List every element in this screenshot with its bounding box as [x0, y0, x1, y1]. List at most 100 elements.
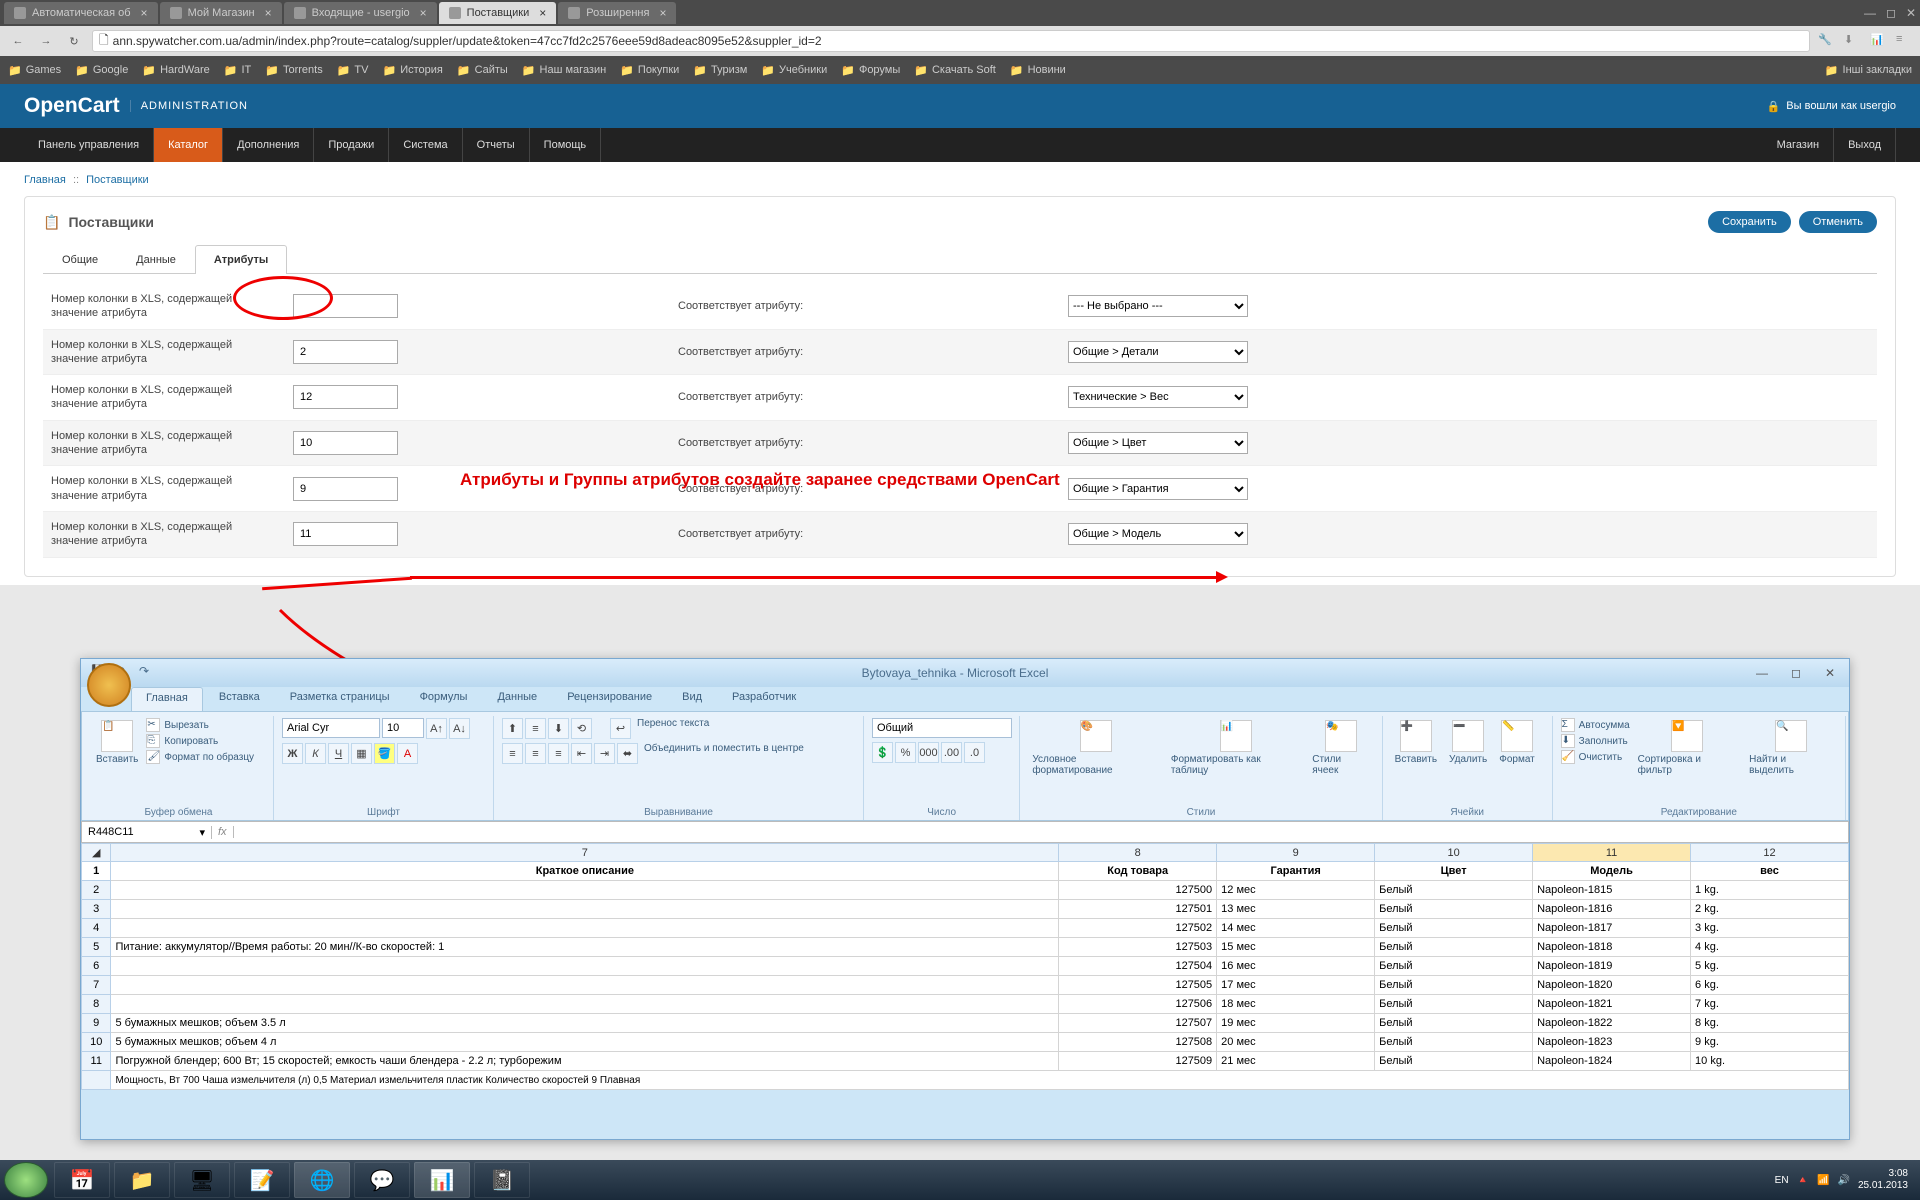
cell[interactable] — [111, 976, 1059, 995]
fx-icon[interactable]: fx — [212, 826, 234, 838]
spreadsheet-grid[interactable]: ◢7891011121Краткое описаниеКод товараГар… — [81, 843, 1849, 1090]
ribbon-tab[interactable]: Главная — [131, 687, 203, 711]
cell[interactable]: 20 мес — [1217, 1033, 1375, 1052]
currency-icon[interactable]: 💲 — [872, 742, 893, 763]
find-select-button[interactable]: 🔍Найти и выделить — [1745, 718, 1837, 805]
tray-network-icon[interactable]: 📶 — [1817, 1175, 1829, 1186]
column-header[interactable]: 7 — [111, 844, 1059, 862]
wrap-text-label[interactable]: Перенос текста — [633, 718, 709, 739]
cell[interactable]: 5 бумажных мешков; объем 3.5 л — [111, 1014, 1059, 1033]
italic-icon[interactable]: К — [305, 743, 326, 764]
excel-close-icon[interactable]: ✕ — [1817, 664, 1843, 682]
bookmark-folder[interactable]: Games — [8, 64, 61, 77]
header-cell[interactable]: Модель — [1533, 862, 1691, 881]
align-right-icon[interactable]: ≡ — [548, 743, 569, 764]
tab-close-icon[interactable]: × — [141, 6, 148, 20]
number-format-combo[interactable] — [872, 718, 1012, 738]
taskbar-app-1[interactable]: 📅 — [54, 1162, 110, 1198]
browser-tab[interactable]: Поставщики× — [439, 2, 557, 24]
taskbar-explorer[interactable]: 📁 — [114, 1162, 170, 1198]
cell[interactable]: 6 kg. — [1691, 976, 1849, 995]
cell[interactable]: 18 мес — [1217, 995, 1375, 1014]
tab-атрибуты[interactable]: Атрибуты — [195, 245, 287, 274]
row-header[interactable]: 3 — [82, 900, 111, 919]
cell[interactable]: Napoleon-1816 — [1533, 900, 1691, 919]
cell[interactable]: Napoleon-1817 — [1533, 919, 1691, 938]
cell[interactable]: 5 kg. — [1691, 957, 1849, 976]
header-cell[interactable]: вес — [1691, 862, 1849, 881]
tab-close-icon[interactable]: × — [265, 6, 272, 20]
cell[interactable]: Napoleon-1822 — [1533, 1014, 1691, 1033]
cell[interactable] — [111, 900, 1059, 919]
bookmark-folder[interactable]: TV — [337, 64, 369, 77]
column-number-input[interactable] — [293, 522, 398, 546]
taskbar-chrome[interactable]: 🌐 — [294, 1162, 350, 1198]
column-number-input[interactable] — [293, 431, 398, 455]
cell[interactable]: Белый — [1375, 1052, 1533, 1071]
cell[interactable]: 127504 — [1059, 957, 1217, 976]
cell[interactable]: 3 kg. — [1691, 919, 1849, 938]
taskbar-app-3[interactable]: 📓 — [474, 1162, 530, 1198]
row-header[interactable]: 8 — [82, 995, 111, 1014]
cell[interactable]: 12 мес — [1217, 881, 1375, 900]
address-bar[interactable]: 🗋 ann.spywatcher.com.ua/admin/index.php?… — [92, 30, 1810, 52]
cut-button[interactable]: ✂Вырезать — [146, 718, 254, 732]
menu-item[interactable]: Дополнения — [223, 128, 314, 162]
cell[interactable] — [111, 957, 1059, 976]
wrap-text-icon[interactable]: ↩ — [610, 718, 631, 739]
other-bookmarks[interactable]: 📁Інші закладки — [1825, 64, 1912, 77]
extension-icon-2[interactable]: ⬇ — [1844, 33, 1860, 49]
column-number-input[interactable] — [293, 294, 398, 318]
format-button[interactable]: 📏Формат — [1495, 718, 1539, 805]
bookmark-folder[interactable]: Google — [75, 64, 128, 77]
cell[interactable]: Белый — [1375, 881, 1533, 900]
cell[interactable]: 127503 — [1059, 938, 1217, 957]
menu-item[interactable]: Система — [389, 128, 462, 162]
row-header[interactable]: 11 — [82, 1052, 111, 1071]
cell[interactable]: 9 kg. — [1691, 1033, 1849, 1052]
bookmark-folder[interactable]: Покупки — [620, 64, 679, 77]
delete-button[interactable]: ➖Удалить — [1445, 718, 1491, 805]
cell[interactable]: 19 мес — [1217, 1014, 1375, 1033]
cell[interactable]: Napoleon-1820 — [1533, 976, 1691, 995]
format-painter-button[interactable]: 🖌Формат по образцу — [146, 750, 254, 764]
align-top-icon[interactable]: ⬆ — [502, 718, 523, 739]
column-number-input[interactable] — [293, 385, 398, 409]
cell[interactable]: 4 kg. — [1691, 938, 1849, 957]
align-center-icon[interactable]: ≡ — [525, 743, 546, 764]
back-button[interactable]: ← — [8, 31, 28, 51]
ribbon-tab[interactable]: Вид — [668, 687, 716, 711]
menu-icon[interactable]: ≡ — [1896, 33, 1912, 49]
align-left-icon[interactable]: ≡ — [502, 743, 523, 764]
cell[interactable]: 8 kg. — [1691, 1014, 1849, 1033]
cell[interactable]: 17 мес — [1217, 976, 1375, 995]
column-header[interactable]: 11 — [1533, 844, 1691, 862]
cell[interactable]: 127509 — [1059, 1052, 1217, 1071]
cell[interactable]: 5 бумажных мешков; объем 4 л — [111, 1033, 1059, 1052]
indent-inc-icon[interactable]: ⇥ — [594, 743, 615, 764]
cell[interactable]: Napoleon-1821 — [1533, 995, 1691, 1014]
inc-decimal-icon[interactable]: .00 — [941, 742, 962, 763]
tray-volume-icon[interactable]: 🔊 — [1837, 1175, 1849, 1186]
select-all-cell[interactable]: ◢ — [82, 844, 111, 862]
breadcrumb-home[interactable]: Главная — [24, 174, 66, 186]
taskbar-skype[interactable]: 💬 — [354, 1162, 410, 1198]
tray-flag-icon[interactable]: 🔺 — [1797, 1175, 1809, 1186]
bookmark-folder[interactable]: Учебники — [761, 64, 827, 77]
cell[interactable]: Белый — [1375, 1014, 1533, 1033]
window-close-icon[interactable]: ✕ — [1906, 6, 1916, 20]
bookmark-folder[interactable]: Новини — [1010, 64, 1066, 77]
sort-filter-button[interactable]: 🔽Сортировка и фильтр — [1634, 718, 1742, 805]
browser-tab[interactable]: Входящие - usergio× — [284, 2, 437, 24]
cell[interactable]: Белый — [1375, 900, 1533, 919]
cell[interactable]: Питание: аккумулятор//Время работы: 20 м… — [111, 938, 1059, 957]
cell[interactable]: 127506 — [1059, 995, 1217, 1014]
dec-decimal-icon[interactable]: .0 — [964, 742, 985, 763]
menu-item-right[interactable]: Магазин — [1763, 128, 1834, 162]
attribute-select[interactable]: Общие > Детали — [1068, 341, 1248, 363]
cell[interactable]: Погружной блендер; 600 Вт; 15 скоростей;… — [111, 1052, 1059, 1071]
bookmark-folder[interactable]: Наш магазин — [522, 64, 606, 77]
merge-icon[interactable]: ⬌ — [617, 743, 638, 764]
browser-tab[interactable]: Розширення× — [558, 2, 676, 24]
cell[interactable]: 15 мес — [1217, 938, 1375, 957]
